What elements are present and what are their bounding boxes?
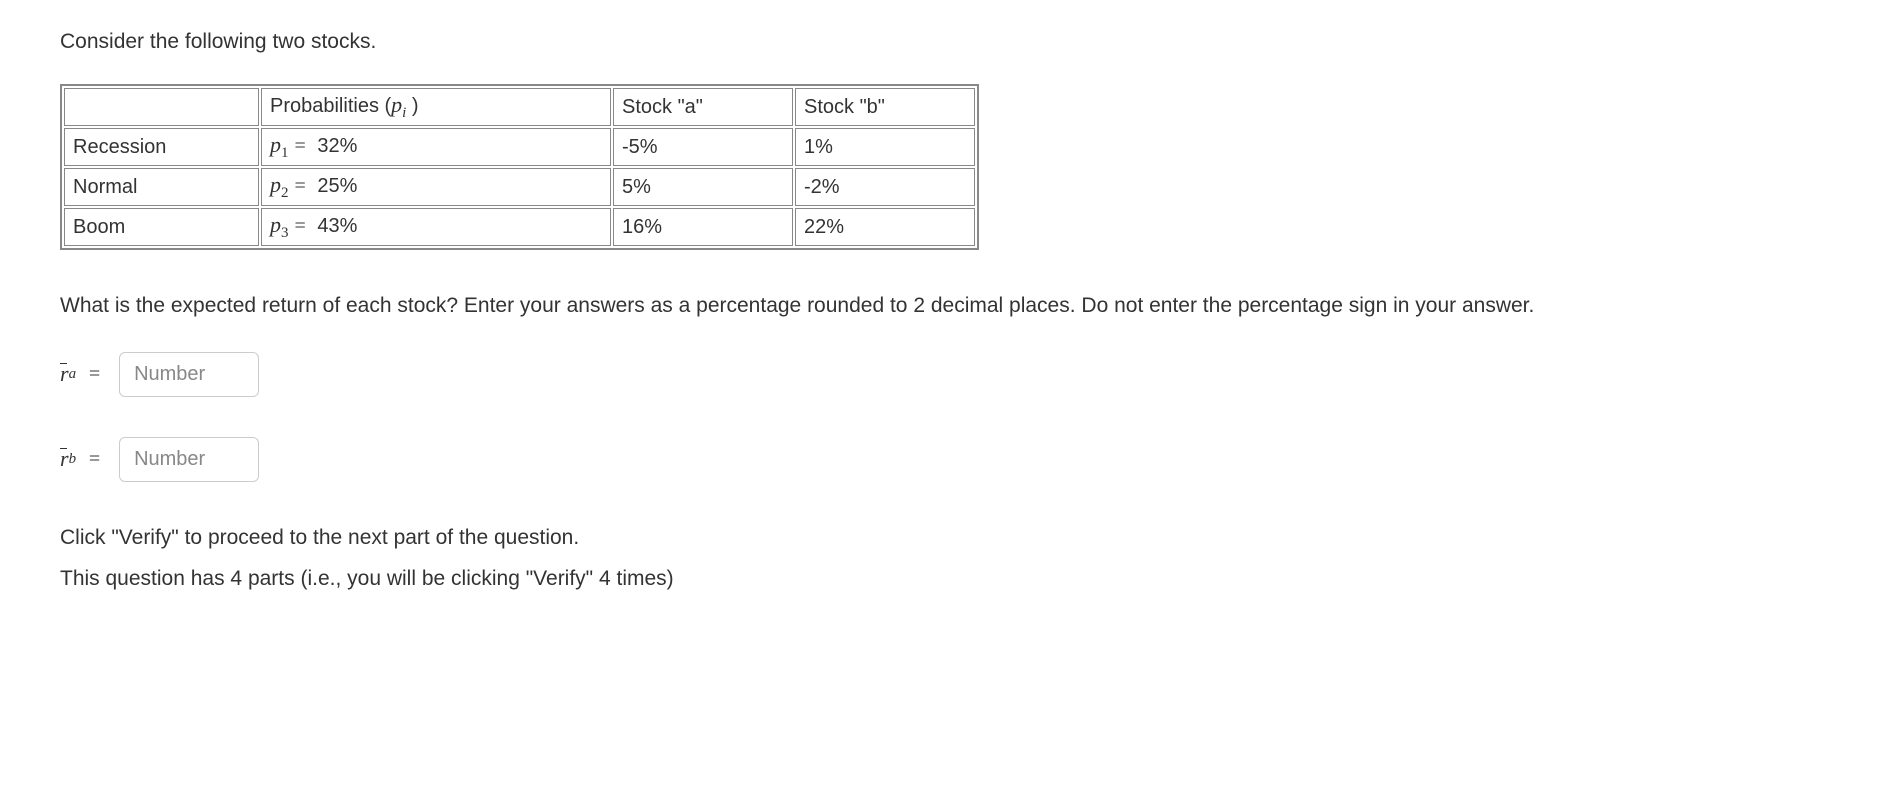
- table-header-row: Probabilities (pi ) Stock "a" Stock "b": [64, 88, 975, 126]
- stock-a-cell: 16%: [613, 208, 793, 246]
- table-row: Recession p1= 32% -5% 1%: [64, 128, 975, 166]
- prob-cell: p1= 32%: [261, 128, 611, 166]
- stock-a-cell: 5%: [613, 168, 793, 206]
- stock-b-cell: 22%: [795, 208, 975, 246]
- intro-text: Consider the following two stocks.: [60, 30, 1836, 54]
- stock-b-cell: 1%: [795, 128, 975, 166]
- table-row: Normal p2= 25% 5% -2%: [64, 168, 975, 206]
- stocks-table: Probabilities (pi ) Stock "a" Stock "b" …: [60, 84, 979, 250]
- stock-b-cell: -2%: [795, 168, 975, 206]
- rb-input[interactable]: [119, 437, 259, 482]
- answer-ra-row: ra =: [60, 352, 1836, 397]
- state-cell: Normal: [64, 168, 259, 206]
- answer-rb-row: rb =: [60, 437, 1836, 482]
- header-state: [64, 88, 259, 126]
- header-stock-b: Stock "b": [795, 88, 975, 126]
- state-cell: Recession: [64, 128, 259, 166]
- state-cell: Boom: [64, 208, 259, 246]
- ra-input[interactable]: [119, 352, 259, 397]
- footer-line-2: This question has 4 parts (i.e., you wil…: [60, 563, 1836, 595]
- stock-a-cell: -5%: [613, 128, 793, 166]
- footer-line-1: Click "Verify" to proceed to the next pa…: [60, 522, 1836, 554]
- ra-label: ra =: [60, 361, 107, 387]
- prob-cell: p2= 25%: [261, 168, 611, 206]
- question-text: What is the expected return of each stoc…: [60, 290, 1836, 322]
- header-probabilities: Probabilities (pi ): [261, 88, 611, 126]
- prob-cell: p3= 43%: [261, 208, 611, 246]
- rb-label: rb =: [60, 446, 107, 472]
- table-row: Boom p3= 43% 16% 22%: [64, 208, 975, 246]
- header-stock-a: Stock "a": [613, 88, 793, 126]
